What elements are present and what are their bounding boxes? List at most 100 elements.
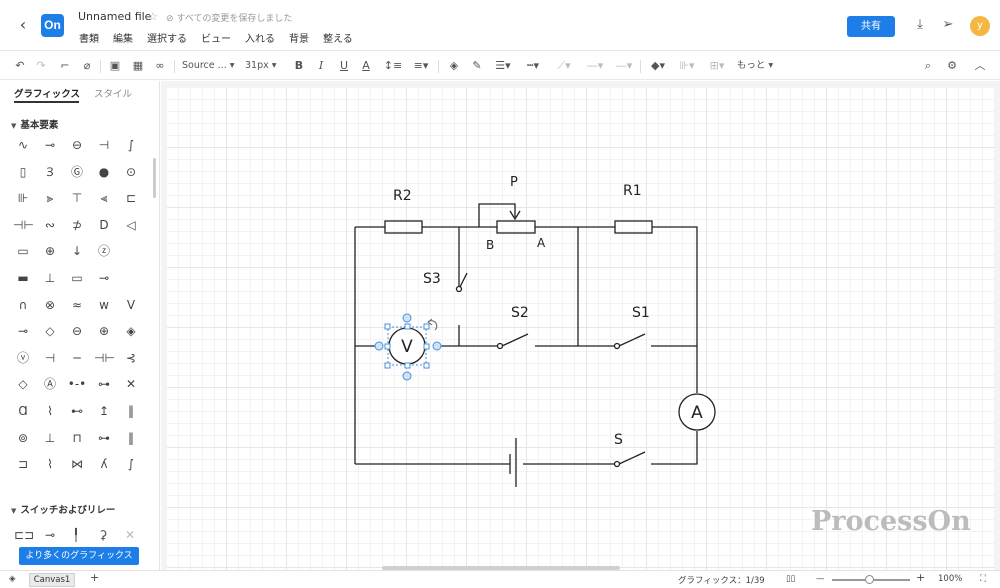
shape-palette-icon[interactable]: ─: [67, 348, 87, 368]
shape-palette-icon[interactable]: ⊐: [13, 454, 33, 474]
shape-palette-icon[interactable]: ↥: [94, 401, 114, 421]
shape-palette-icon[interactable]: Ⓐ: [40, 374, 60, 394]
settings-icon[interactable]: ⚙: [944, 57, 960, 75]
italic-icon[interactable]: I: [314, 57, 328, 75]
shape-palette-icon[interactable]: ⊓: [67, 428, 87, 448]
shape-palette-icon[interactable]: D: [94, 215, 114, 235]
shape-palette-icon[interactable]: ⊙: [121, 162, 141, 182]
zoom-slider-handle[interactable]: [865, 575, 874, 584]
image-icon[interactable]: ▣: [107, 57, 123, 75]
fullscreen-icon[interactable]: ⛶: [980, 574, 986, 584]
font-size-select[interactable]: 31px ▾: [245, 57, 285, 75]
shape-palette-icon[interactable]: ‖: [121, 428, 141, 448]
shape-palette-icon[interactable]: ◈: [121, 321, 141, 341]
shape-palette-icon[interactable]: ●: [94, 162, 114, 182]
line-style-icon[interactable]: ┅▾: [522, 57, 544, 75]
more-shapes-button[interactable]: より多くのグラフィックス: [19, 547, 139, 565]
fill-color-icon[interactable]: ◈: [446, 57, 462, 75]
switch-shape-icon[interactable]: ⚳: [93, 525, 113, 545]
shape-palette-icon[interactable]: ʎ: [94, 454, 114, 474]
menu-edit[interactable]: 編集: [113, 30, 133, 45]
canvas-tab[interactable]: Canvas1: [29, 573, 75, 587]
section-switches-relays[interactable]: ▼ スイッチおよびリレー: [11, 502, 115, 516]
shape-palette-icon[interactable]: ⊥: [40, 428, 60, 448]
shape-palette-icon[interactable]: ◁: [121, 215, 141, 235]
shape-palette-icon[interactable]: ⊥: [40, 268, 60, 288]
avatar[interactable]: y: [970, 16, 990, 36]
shape-palette-icon[interactable]: ⌇: [40, 454, 60, 474]
shape-palette-icon[interactable]: ✕: [121, 374, 141, 394]
book-icon[interactable]: ▯▯: [786, 574, 795, 584]
shape-palette-icon[interactable]: ⊣: [94, 135, 114, 155]
shape-palette-icon[interactable]: ‖: [121, 401, 141, 421]
star-icon[interactable]: ☆: [148, 10, 158, 23]
more-dropdown[interactable]: もっと ▾: [735, 57, 775, 75]
layers-icon[interactable]: ◈: [9, 574, 16, 584]
shape-palette-icon[interactable]: ⊰: [121, 348, 141, 368]
switch-shape-icon[interactable]: ✕: [120, 525, 140, 545]
line-width-icon[interactable]: ☰▾: [492, 57, 514, 75]
arrow-end-icon[interactable]: —▾: [612, 57, 636, 75]
section-basic-elements[interactable]: ▼ 基本要素: [11, 117, 58, 131]
shape-palette-icon[interactable]: ⊖: [67, 321, 87, 341]
shape-palette-icon[interactable]: ∩: [13, 295, 33, 315]
table-icon[interactable]: ▦: [130, 57, 146, 75]
shape-palette-icon[interactable]: ≈: [67, 295, 87, 315]
zoom-level[interactable]: 100%: [938, 574, 962, 584]
shape-palette-icon[interactable]: Ɑ: [13, 401, 33, 421]
shape-palette-icon[interactable]: ⫸: [40, 188, 60, 208]
menu-arrange[interactable]: 整える: [323, 30, 353, 45]
shape-palette-icon[interactable]: ⊣⊢: [94, 348, 115, 368]
shape-palette-icon[interactable]: ▭: [67, 268, 87, 288]
send-icon[interactable]: ➢: [940, 17, 956, 33]
shape-palette-icon[interactable]: ⊅: [67, 215, 87, 235]
shape-palette-icon[interactable]: ⊶: [94, 374, 114, 394]
shape-palette-icon[interactable]: ⊚: [13, 428, 33, 448]
shape-palette-icon[interactable]: ⊸: [40, 135, 60, 155]
tab-graphics[interactable]: グラフィックス: [14, 86, 80, 100]
shape-palette-icon[interactable]: •-•: [67, 374, 87, 394]
line-height-icon[interactable]: ↕≡: [382, 57, 404, 75]
download-icon[interactable]: ⤓: [912, 17, 928, 33]
shape-palette-icon[interactable]: ⓩ: [94, 241, 114, 261]
find-icon[interactable]: ⌕: [920, 57, 936, 75]
connector-icon[interactable]: ⟋▾: [553, 57, 575, 75]
zoom-in-button[interactable]: +: [916, 571, 925, 584]
distribute-icon[interactable]: ⊪▾: [676, 57, 698, 75]
shape-palette-icon[interactable]: ⊏: [121, 188, 141, 208]
shape-palette-icon[interactable]: V: [121, 295, 141, 315]
shape-palette-icon[interactable]: ⊕: [40, 241, 60, 261]
shape-palette-icon[interactable]: ▬: [13, 268, 33, 288]
shape-palette-icon[interactable]: ⊣: [40, 348, 60, 368]
align-icon[interactable]: ≡▾: [410, 57, 432, 75]
line-color-icon[interactable]: ✎: [469, 57, 485, 75]
switch-shape-icon[interactable]: ╿: [66, 525, 86, 545]
shape-palette-icon[interactable]: ⌇: [40, 401, 60, 421]
shape-palette-icon[interactable]: ⫷: [94, 188, 114, 208]
clear-format-icon[interactable]: ⌀: [79, 57, 95, 75]
share-button[interactable]: 共有: [847, 16, 895, 37]
shape-palette-icon[interactable]: ◇: [40, 321, 60, 341]
shape-palette-icon[interactable]: ↓: [67, 241, 87, 261]
shape-palette-icon[interactable]: Ɜ: [40, 162, 60, 182]
font-family-select[interactable]: Source ... ▾: [182, 57, 236, 75]
drawing-page[interactable]: R2 R1 P B A S3 S2 S1 S V A: [167, 88, 995, 570]
collapse-icon[interactable]: ︿: [972, 57, 988, 75]
tab-style[interactable]: スタイル: [94, 86, 132, 100]
shape-palette-icon[interactable]: ⓥ: [13, 348, 33, 368]
switch-shape-icon[interactable]: ⊸: [40, 525, 60, 545]
shape-palette-icon[interactable]: ∫: [121, 135, 141, 155]
layer-icon[interactable]: ◆▾: [647, 57, 669, 75]
shape-palette-icon[interactable]: ⊕: [94, 321, 114, 341]
canvas-area[interactable]: R2 R1 P B A S3 S2 S1 S V A ProcessOn: [161, 81, 1000, 570]
shape-palette-icon[interactable]: ▯: [13, 162, 33, 182]
redo-icon[interactable]: ↷: [33, 57, 49, 75]
shape-palette-icon[interactable]: ∾: [40, 215, 60, 235]
shape-palette-icon[interactable]: ∫: [121, 454, 141, 474]
add-canvas-button[interactable]: +: [90, 571, 99, 584]
shape-palette-icon[interactable]: ⊸: [13, 321, 33, 341]
back-icon[interactable]: ‹: [14, 14, 32, 36]
underline-icon[interactable]: U: [337, 57, 351, 75]
switch-shape-icon[interactable]: ⊏⊐: [14, 525, 34, 545]
format-painter-icon[interactable]: ⌐: [57, 57, 73, 75]
